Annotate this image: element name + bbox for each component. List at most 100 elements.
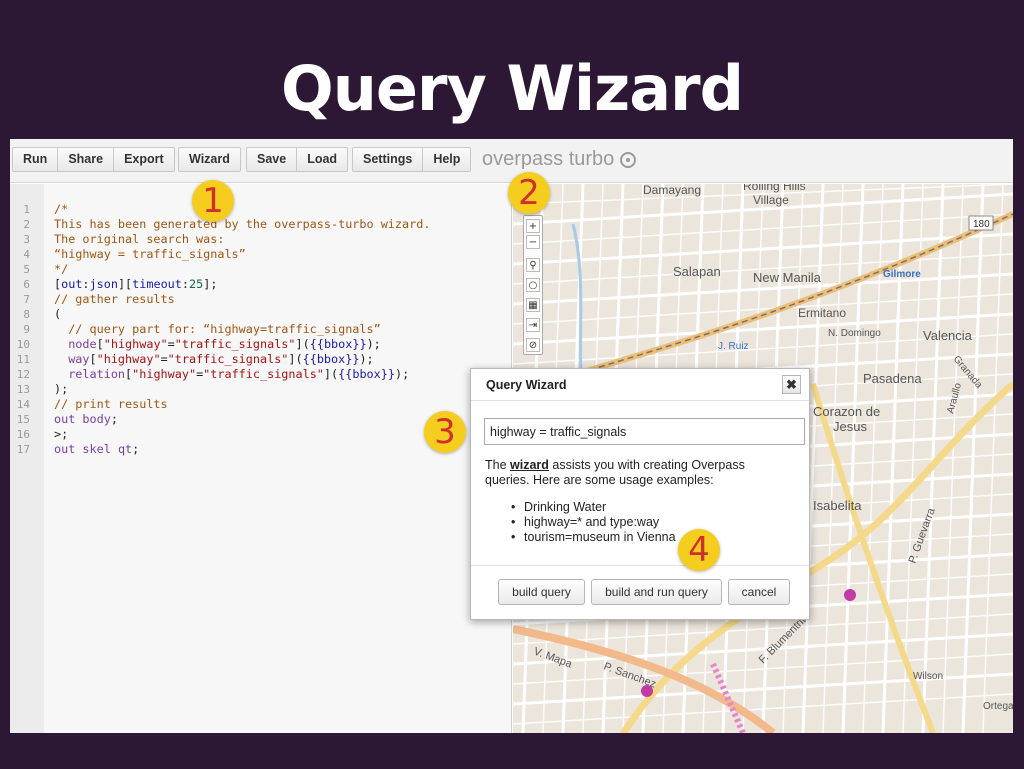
map-label: Damayang: [643, 184, 701, 197]
build-and-run-query-button[interactable]: build and run query: [591, 579, 722, 605]
zoom-out-button[interactable]: −: [526, 235, 540, 249]
code-editor[interactable]: 1 /* 2 This has been generated by the overp…: [10, 184, 512, 733]
map-label: Wilson: [913, 671, 943, 682]
toggle-data-icon[interactable]: ⊘: [526, 338, 540, 352]
code-token: // print results: [54, 397, 168, 411]
code-text: The original search was:: [54, 232, 224, 247]
code-token: "traffic_signals": [167, 352, 289, 366]
code-token: :: [181, 277, 189, 291]
map-label: Salapan: [673, 264, 721, 279]
code-token: =: [167, 337, 175, 351]
code-token: "traffic_signals": [174, 337, 296, 351]
example-item: highway=* and type:way: [511, 515, 676, 530]
slide-title: Query Wizard: [281, 52, 744, 125]
code-token: relation: [54, 367, 126, 381]
callout-marker: 1: [192, 180, 234, 222]
callout-marker: 3: [424, 411, 466, 453]
line-number: 8: [23, 308, 30, 321]
help-prefix: The: [485, 458, 511, 472]
map-label: J. Ruiz: [718, 341, 749, 352]
code-token: ];: [203, 277, 218, 291]
export-button[interactable]: Export: [114, 148, 174, 171]
zoom-in-button[interactable]: +: [526, 219, 540, 233]
code-token: out: [54, 412, 76, 426]
search-icon[interactable]: ⚲: [526, 258, 540, 272]
map-label: Pasadena: [863, 371, 922, 386]
code-token: // gather results: [54, 292, 175, 306]
map-label: Isabelita: [813, 498, 862, 513]
code-token: "traffic_signals": [203, 367, 324, 381]
code-token: out: [61, 277, 83, 291]
code-text: “highway = traffic_signals”: [54, 247, 246, 262]
map-label: Village: [753, 193, 789, 207]
code-token: [: [89, 352, 97, 366]
line-number: 12: [16, 368, 30, 381]
code-token: ][: [117, 277, 133, 291]
dialog-divider: [471, 565, 809, 566]
line-number: 3: [23, 233, 30, 246]
build-query-button[interactable]: build query: [498, 579, 585, 605]
save-button[interactable]: Save: [247, 148, 298, 171]
code-token: ](: [288, 352, 303, 366]
fit-data-icon[interactable]: ⇥: [526, 318, 540, 332]
code-token: (: [54, 307, 62, 321]
code-text: out body;: [54, 412, 118, 427]
locate-icon[interactable]: ○: [526, 278, 540, 292]
code-token: /*: [54, 202, 69, 216]
code-token: */: [54, 262, 69, 276]
code-text: relation["highway"="traffic_signals"]({{…: [54, 367, 409, 382]
code-text: // query part for: “highway=traffic_sign…: [54, 322, 381, 337]
map-label: Rolling Hills: [743, 184, 806, 193]
wizard-help-text: The wizard assists you with creating Ove…: [485, 458, 785, 488]
code-token: skel: [82, 442, 111, 456]
code-token: "highway": [103, 337, 168, 351]
code-token: ;: [110, 412, 118, 426]
brand-logo: overpass turbo: [482, 148, 637, 171]
line-number: 4: [23, 248, 30, 261]
code-token: // query part for: “highway=traffic_sign…: [54, 322, 381, 336]
close-icon[interactable]: ✖: [782, 375, 801, 394]
map-label: Corazon de: [813, 404, 880, 419]
line-number: 15: [16, 413, 30, 426]
code-token: 25: [189, 277, 204, 291]
query-wizard-dialog: Query Wizard ✖ The wizard assists you wi…: [470, 368, 810, 620]
code-token: This has been generated by the overpass-…: [54, 217, 431, 231]
code-text: This has been generated by the overpass-…: [54, 217, 430, 232]
code-token: );: [394, 367, 410, 381]
code-token: {{bbox}}: [309, 337, 367, 351]
code-token: {{bbox}}: [338, 367, 395, 381]
steering-wheel-icon: [620, 151, 637, 168]
wizard-link[interactable]: wizard: [510, 458, 549, 472]
code-token: “highway = traffic_signals”: [54, 247, 246, 261]
code-token: );: [366, 337, 381, 351]
code-text: /*: [54, 202, 68, 217]
code-token: body: [82, 412, 111, 426]
route-shield-label: 180: [973, 219, 990, 230]
cancel-button[interactable]: cancel: [728, 579, 790, 605]
code-token: );: [54, 382, 69, 396]
settings-button[interactable]: Settings: [353, 148, 424, 171]
toolbar-group-settings: Settings Help: [352, 147, 472, 172]
line-number: 10: [16, 338, 30, 351]
code-text: >;: [54, 427, 68, 442]
map-label: Gilmore: [883, 269, 921, 280]
code-token: out: [54, 442, 76, 456]
run-button[interactable]: Run: [13, 148, 59, 171]
toolbar-group-wizard: Wizard: [178, 147, 241, 172]
code-text: node["highway"="traffic_signals"]({{bbox…: [54, 337, 381, 352]
line-number: 7: [23, 293, 30, 306]
code-text: // gather results: [54, 292, 175, 307]
code-text: out skel qt;: [54, 442, 139, 457]
share-button[interactable]: Share: [58, 148, 115, 171]
code-token: "highway": [132, 367, 197, 381]
help-button[interactable]: Help: [423, 148, 470, 171]
load-button[interactable]: Load: [297, 148, 347, 171]
code-text: [out:json][timeout:25];: [54, 277, 217, 292]
wizard-search-input[interactable]: [484, 418, 805, 445]
line-number: 6: [23, 278, 30, 291]
toolbar: Run Share Export Wizard Save Load Settin…: [10, 139, 1013, 183]
wizard-button[interactable]: Wizard: [179, 148, 240, 171]
layers-icon[interactable]: ▦: [526, 298, 540, 312]
brand-name: overpass turbo: [482, 148, 615, 170]
